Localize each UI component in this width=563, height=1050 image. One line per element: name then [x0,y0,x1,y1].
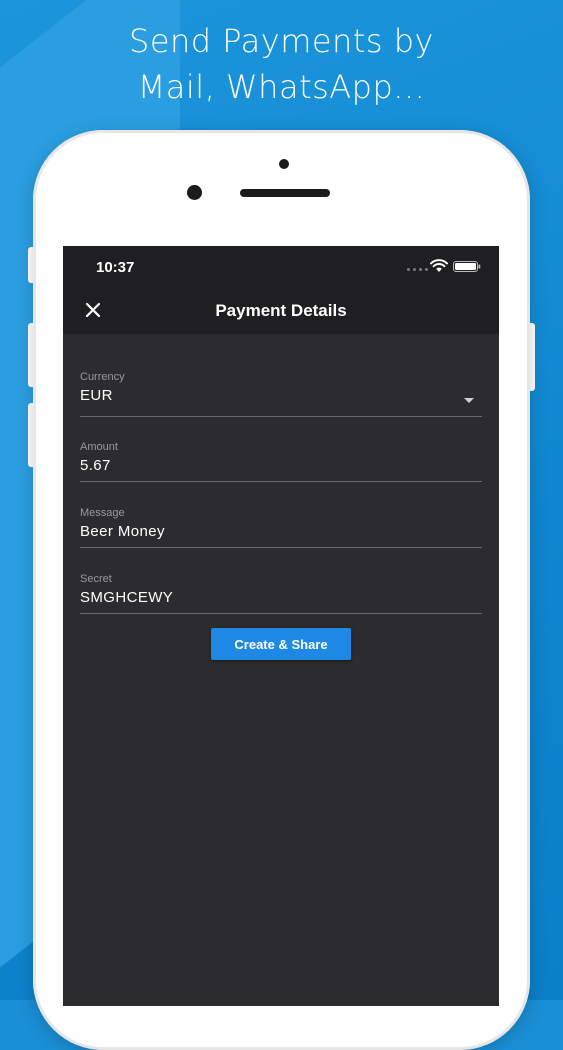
status-bar: 10:37 [63,246,499,288]
currency-value: EUR [80,387,113,404]
currency-label: Currency [80,371,125,383]
secret-field[interactable]: Secret SMGHCEWY [80,572,482,614]
currency-select[interactable]: Currency EUR [80,370,482,417]
payment-form: Currency EUR Amount 5.67 Message Beer Mo… [80,370,482,614]
amount-value[interactable]: 5.67 [80,456,482,488]
app-bar: Payment Details [63,288,499,334]
page-title: Payment Details [215,301,347,320]
amount-field[interactable]: Amount 5.67 [80,440,482,482]
message-value[interactable]: Beer Money [80,522,482,554]
promo-headline-line-1: Send Payments by [129,22,434,60]
phone-frame: 10:37 Payment Details Currency EUR Amoun… [33,130,530,1050]
phone-sensor [279,159,289,169]
battery-icon [453,261,481,272]
app-screen: 10:37 Payment Details Currency EUR Amoun… [63,246,499,1006]
front-camera-icon [187,185,202,200]
caret-down-icon[interactable] [464,398,474,403]
secret-label: Secret [80,573,112,585]
message-field[interactable]: Message Beer Money [80,506,482,548]
create-and-share-button[interactable]: Create & Share [211,628,351,660]
promo-headline-line-2: Mail, WhatsApp... [137,68,426,106]
signal-icon [407,268,431,272]
phone-speaker [240,189,330,197]
secret-value[interactable]: SMGHCEWY [80,588,482,620]
message-label: Message [80,507,125,519]
promo-headline: Send Payments by Mail, WhatsApp... [0,18,563,110]
wifi-icon [430,259,448,272]
amount-label: Amount [80,441,118,453]
status-time: 10:37 [96,259,135,276]
